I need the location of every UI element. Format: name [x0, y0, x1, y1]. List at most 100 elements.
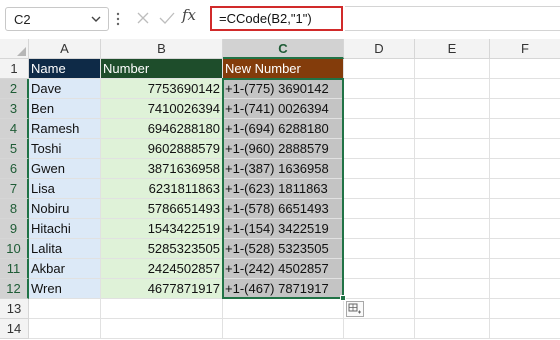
new-number-cell[interactable]: +1-(578) 6651493 — [223, 199, 344, 219]
formula-input-extension[interactable] — [345, 6, 560, 31]
row-header-8[interactable]: 8 — [0, 199, 29, 219]
column-header-c[interactable]: C — [223, 39, 344, 59]
new-number-cell[interactable]: +1-(741) 0026394 — [223, 99, 344, 119]
empty-cell[interactable] — [490, 319, 560, 339]
empty-cell[interactable] — [490, 279, 560, 299]
empty-cell[interactable] — [490, 79, 560, 99]
header-cell-number[interactable]: Number — [101, 59, 223, 79]
empty-cell[interactable] — [344, 99, 415, 119]
empty-cell[interactable] — [415, 319, 490, 339]
row-header-11[interactable]: 11 — [0, 259, 29, 279]
new-number-cell[interactable]: +1-(467) 7871917 — [223, 279, 344, 299]
empty-cell[interactable] — [344, 179, 415, 199]
insert-function-icon[interactable]: fx — [182, 6, 196, 24]
empty-cell[interactable] — [490, 139, 560, 159]
row-header-13[interactable]: 13 — [0, 299, 29, 319]
number-cell[interactable]: 3871636958 — [101, 159, 223, 179]
empty-cell[interactable] — [29, 319, 101, 339]
name-cell[interactable]: Akbar — [29, 259, 101, 279]
empty-cell[interactable] — [415, 139, 490, 159]
empty-cell[interactable] — [415, 219, 490, 239]
row-header-6[interactable]: 6 — [0, 159, 29, 179]
name-box[interactable]: C2 — [5, 7, 109, 31]
empty-cell[interactable] — [490, 219, 560, 239]
number-cell[interactable]: 5786651493 — [101, 199, 223, 219]
empty-cell[interactable] — [490, 159, 560, 179]
select-all-corner[interactable] — [0, 39, 29, 59]
empty-cell[interactable] — [490, 99, 560, 119]
number-cell[interactable]: 6231811863 — [101, 179, 223, 199]
row-header-12[interactable]: 12 — [0, 279, 29, 299]
new-number-cell[interactable]: +1-(154) 3422519 — [223, 219, 344, 239]
empty-cell[interactable] — [344, 159, 415, 179]
empty-cell[interactable] — [415, 299, 490, 319]
empty-cell[interactable] — [415, 99, 490, 119]
name-cell[interactable]: Wren — [29, 279, 101, 299]
new-number-cell[interactable]: +1-(694) 6288180 — [223, 119, 344, 139]
header-cell-new-number[interactable]: New Number — [223, 59, 344, 79]
row-header-3[interactable]: 3 — [0, 99, 29, 119]
empty-cell[interactable] — [223, 319, 344, 339]
empty-cell[interactable] — [344, 79, 415, 99]
empty-cell[interactable] — [415, 199, 490, 219]
empty-cell[interactable] — [344, 219, 415, 239]
formula-input[interactable]: =CCode(B2,"1") — [210, 6, 343, 31]
empty-cell[interactable] — [415, 119, 490, 139]
name-cell[interactable]: Ramesh — [29, 119, 101, 139]
empty-cell[interactable] — [490, 199, 560, 219]
empty-cell[interactable] — [490, 259, 560, 279]
empty-cell[interactable] — [344, 59, 415, 79]
number-cell[interactable]: 7753690142 — [101, 79, 223, 99]
row-header-14[interactable]: 14 — [0, 319, 29, 339]
empty-cell[interactable] — [101, 299, 223, 319]
row-header-7[interactable]: 7 — [0, 179, 29, 199]
row-header-5[interactable]: 5 — [0, 139, 29, 159]
new-number-cell[interactable]: +1-(775) 3690142 — [223, 79, 344, 99]
empty-cell[interactable] — [344, 279, 415, 299]
row-header-2[interactable]: 2 — [0, 79, 29, 99]
chevron-down-icon[interactable] — [90, 13, 102, 25]
number-cell[interactable]: 9602888579 — [101, 139, 223, 159]
empty-cell[interactable] — [415, 59, 490, 79]
number-cell[interactable]: 2424502857 — [101, 259, 223, 279]
checkmark-icon[interactable] — [158, 10, 176, 26]
empty-cell[interactable] — [415, 279, 490, 299]
number-cell[interactable]: 4677871917 — [101, 279, 223, 299]
auto-fill-options-button[interactable] — [346, 301, 364, 317]
column-header-d[interactable]: D — [344, 39, 415, 59]
empty-cell[interactable] — [415, 159, 490, 179]
empty-cell[interactable] — [29, 299, 101, 319]
column-header-a[interactable]: A — [29, 39, 101, 59]
empty-cell[interactable] — [344, 119, 415, 139]
empty-cell[interactable] — [490, 239, 560, 259]
name-cell[interactable]: Gwen — [29, 159, 101, 179]
empty-cell[interactable] — [344, 259, 415, 279]
column-header-e[interactable]: E — [415, 39, 490, 59]
empty-cell[interactable] — [101, 319, 223, 339]
name-cell[interactable]: Dave — [29, 79, 101, 99]
name-cell[interactable]: Hitachi — [29, 219, 101, 239]
number-cell[interactable]: 6946288180 — [101, 119, 223, 139]
new-number-cell[interactable]: +1-(623) 1811863 — [223, 179, 344, 199]
number-cell[interactable]: 1543422519 — [101, 219, 223, 239]
empty-cell[interactable] — [490, 59, 560, 79]
new-number-cell[interactable]: +1-(960) 2888579 — [223, 139, 344, 159]
empty-cell[interactable] — [490, 119, 560, 139]
row-header-10[interactable]: 10 — [0, 239, 29, 259]
new-number-cell[interactable]: +1-(387) 1636958 — [223, 159, 344, 179]
number-cell[interactable]: 7410026394 — [101, 99, 223, 119]
empty-cell[interactable] — [344, 199, 415, 219]
name-cell[interactable]: Lisa — [29, 179, 101, 199]
cancel-x-icon[interactable] — [135, 10, 151, 26]
new-number-cell[interactable]: +1-(528) 5323505 — [223, 239, 344, 259]
row-header-4[interactable]: 4 — [0, 119, 29, 139]
empty-cell[interactable] — [415, 79, 490, 99]
row-header-9[interactable]: 9 — [0, 219, 29, 239]
header-cell-name[interactable]: Name — [29, 59, 101, 79]
name-cell[interactable]: Toshi — [29, 139, 101, 159]
empty-cell[interactable] — [490, 179, 560, 199]
empty-cell[interactable] — [415, 259, 490, 279]
column-header-b[interactable]: B — [101, 39, 223, 59]
empty-cell[interactable] — [490, 299, 560, 319]
empty-cell[interactable] — [415, 239, 490, 259]
